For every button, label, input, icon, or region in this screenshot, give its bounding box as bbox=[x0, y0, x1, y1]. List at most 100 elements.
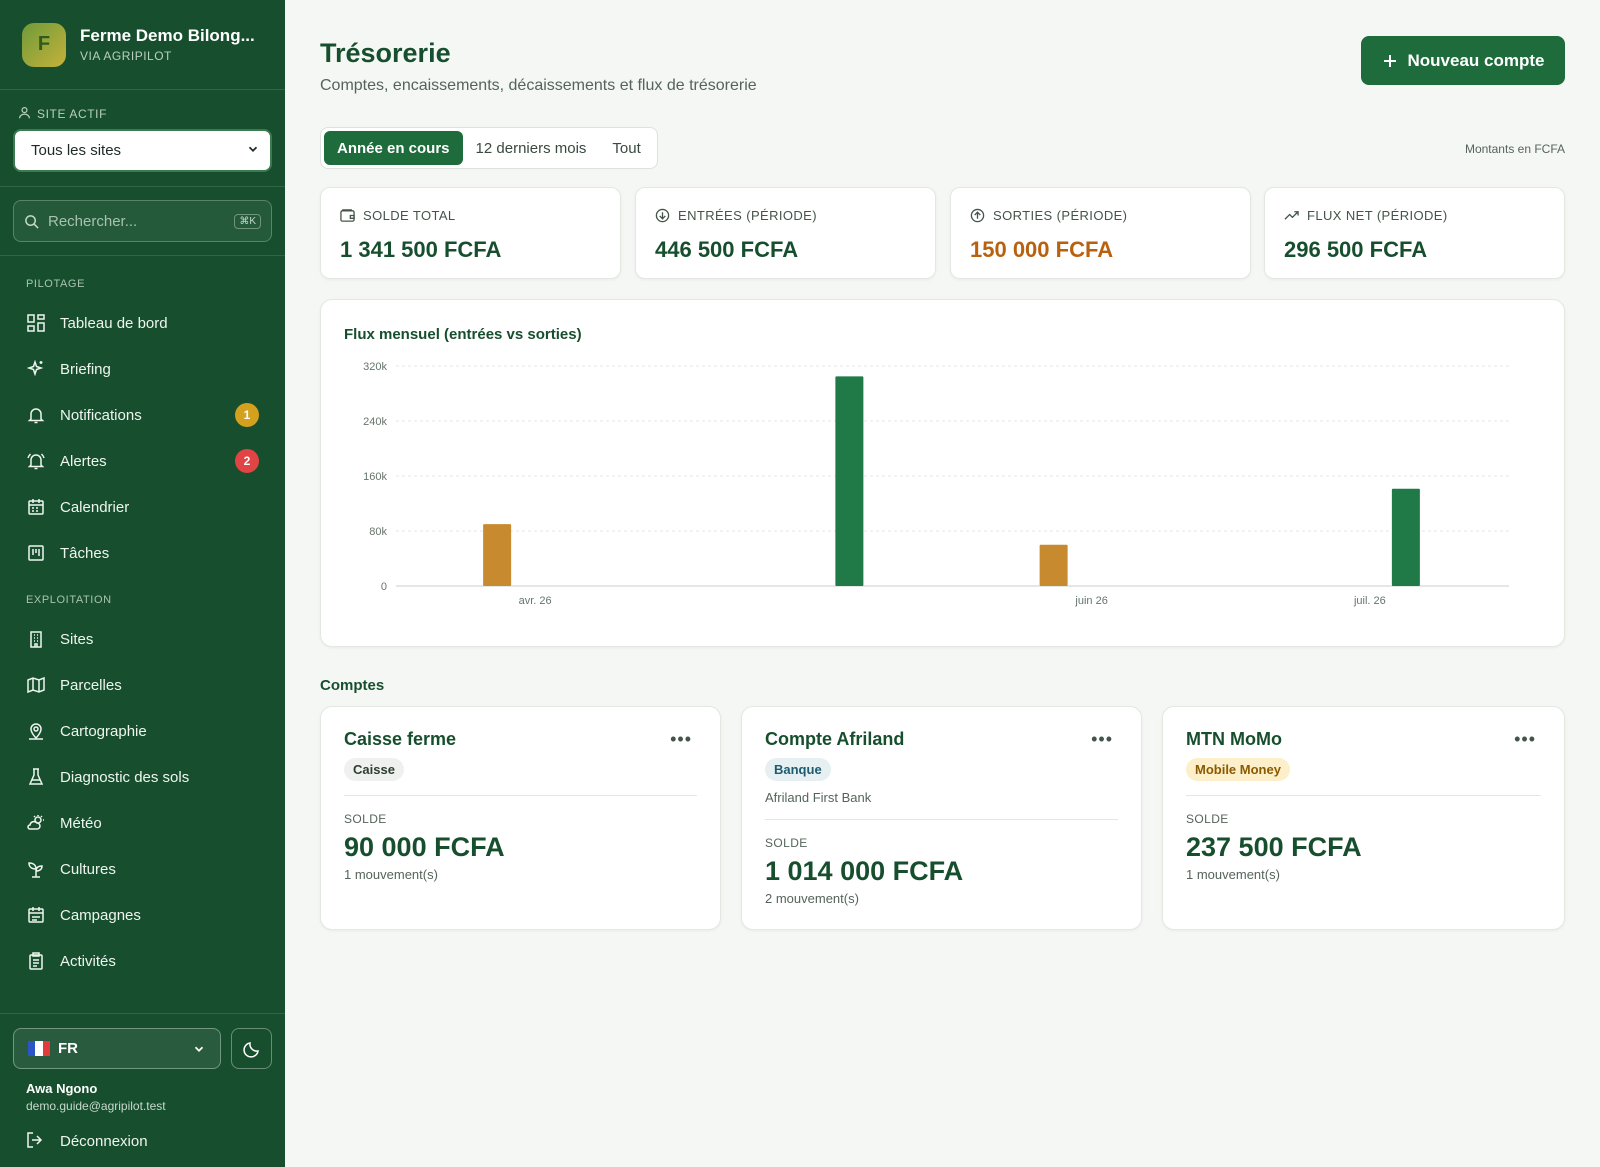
nav-item-alertes[interactable]: Alertes 2 bbox=[0, 438, 285, 484]
chart-bar bbox=[483, 524, 512, 586]
page-subtitle: Comptes, encaissements, décaissements et… bbox=[320, 77, 757, 94]
nav-item-campagnes[interactable]: Campagnes bbox=[0, 892, 285, 938]
france-flag-icon bbox=[28, 1041, 50, 1056]
tab-annee-en-cours[interactable]: Année en cours bbox=[324, 131, 463, 165]
account-balance-label: SOLDE bbox=[344, 812, 387, 826]
kpi-card-entrees: ENTRÉES (PÉRIODE) 446 500 FCFA bbox=[635, 187, 936, 279]
calendar-icon bbox=[26, 497, 46, 517]
account-movements: 1 mouvement(s) bbox=[1186, 867, 1280, 882]
sparkles-icon bbox=[26, 359, 46, 379]
more-horizontal-icon[interactable]: ••• bbox=[670, 729, 692, 750]
cloud-sun-icon bbox=[26, 813, 46, 833]
nav-item-taches[interactable]: Tâches bbox=[0, 530, 285, 576]
y-tick-label: 160k bbox=[363, 471, 387, 483]
kpi-label: FLUX NET (PÉRIODE) bbox=[1307, 208, 1448, 223]
account-balance-label: SOLDE bbox=[1186, 812, 1229, 826]
site-selector-block: SITE ACTIF Tous les sites bbox=[0, 90, 285, 187]
account-card-compte-afriland[interactable]: Compte Afriland ••• Banque Afriland Firs… bbox=[741, 706, 1142, 930]
y-tick-label: 240k bbox=[363, 416, 387, 428]
brand[interactable]: F Ferme Demo Bilong... VIA AGRIPILOT bbox=[0, 0, 285, 90]
sidebar-footer: FR Awa Ngono demo.guide@agripilot.test D… bbox=[0, 1013, 285, 1167]
tab-tout[interactable]: Tout bbox=[599, 131, 653, 165]
lang-row: FR bbox=[13, 1028, 272, 1069]
account-type-badge: Banque bbox=[765, 758, 831, 781]
y-tick-label: 0 bbox=[381, 581, 387, 593]
logout-icon bbox=[26, 1131, 46, 1151]
account-type-badge: Mobile Money bbox=[1186, 758, 1290, 781]
chevron-down-icon bbox=[246, 142, 260, 160]
more-horizontal-icon[interactable]: ••• bbox=[1514, 729, 1536, 750]
divider bbox=[765, 819, 1118, 820]
nav-item-meteo[interactable]: Météo bbox=[0, 800, 285, 846]
page-title: Trésorerie bbox=[320, 38, 451, 68]
currency-note: Montants en FCFA bbox=[1464, 142, 1565, 156]
x-tick-label: avr. 26 bbox=[519, 595, 552, 607]
nav-item-parcelles[interactable]: Parcelles bbox=[0, 662, 285, 708]
account-balance: 237 500 FCFA bbox=[1186, 832, 1362, 862]
kpi-card-flux-net: FLUX NET (PÉRIODE) 296 500 FCFA bbox=[1264, 187, 1565, 279]
nav-item-cartographie[interactable]: Cartographie bbox=[0, 708, 285, 754]
trending-up-icon bbox=[1284, 208, 1299, 223]
x-tick-label: juin 26 bbox=[1074, 595, 1107, 607]
chevron-down-icon bbox=[192, 1042, 206, 1056]
site-label: SITE ACTIF bbox=[18, 106, 272, 122]
chart-bar bbox=[1391, 488, 1420, 586]
main-content: Trésorerie Comptes, encaissements, décai… bbox=[285, 0, 1600, 1167]
account-name: MTN MoMo bbox=[1186, 729, 1282, 749]
site-select[interactable]: Tous les sites bbox=[13, 129, 272, 172]
wallet-icon bbox=[340, 208, 355, 223]
dashboard-icon bbox=[26, 313, 46, 333]
divider bbox=[1186, 795, 1541, 796]
nav-item-briefing[interactable]: Briefing bbox=[0, 346, 285, 392]
language-select[interactable]: FR bbox=[13, 1028, 221, 1069]
kpi-label: SORTIES (PÉRIODE) bbox=[993, 208, 1128, 223]
kpi-label: ENTRÉES (PÉRIODE) bbox=[678, 208, 817, 223]
flask-icon bbox=[26, 767, 46, 787]
nav-pilotage: Tableau de bord Briefing Notifications 1… bbox=[0, 300, 285, 576]
account-movements: 2 mouvement(s) bbox=[765, 891, 859, 906]
nav-item-activites[interactable]: Activités bbox=[0, 938, 285, 984]
bell-ring-icon bbox=[26, 451, 46, 471]
site-select-value: Tous les sites bbox=[31, 142, 122, 159]
account-card-caisse-ferme[interactable]: Caisse ferme ••• Caisse SOLDE 90 000 FCF… bbox=[320, 706, 721, 930]
nav-item-sites[interactable]: Sites bbox=[0, 616, 285, 662]
farm-name: Ferme Demo Bilong... bbox=[80, 26, 255, 45]
tab-12-derniers-mois[interactable]: 12 derniers mois bbox=[463, 131, 600, 165]
x-tick-label: juil. 26 bbox=[1353, 595, 1386, 607]
nav-item-notifications[interactable]: Notifications 1 bbox=[0, 392, 285, 438]
nav-item-diagnostic-sols[interactable]: Diagnostic des sols bbox=[0, 754, 285, 800]
nav-item-calendrier[interactable]: Calendrier bbox=[0, 484, 285, 530]
farm-logo-icon: F bbox=[22, 22, 66, 67]
kpi-value: 296 500 FCFA bbox=[1284, 237, 1428, 262]
nav-exploitation: Sites Parcelles Cartographie Diagnostic … bbox=[0, 616, 285, 984]
more-horizontal-icon[interactable]: ••• bbox=[1091, 729, 1113, 750]
logout-button[interactable]: Déconnexion bbox=[26, 1131, 272, 1151]
arrow-up-circle-icon bbox=[970, 208, 985, 223]
nav-section-pilotage: PILOTAGE bbox=[26, 278, 85, 290]
monthly-flow-chart: 0 80k 160k 240k 320k avr. 26 juin 26 juil. 26 bbox=[363, 361, 1509, 607]
map-pin-icon bbox=[26, 721, 46, 741]
account-name: Compte Afriland bbox=[765, 729, 905, 749]
monthly-flow-chart-card: Flux mensuel (entrées vs sorties) 0 80k 16… bbox=[320, 299, 1565, 647]
bell-icon bbox=[26, 405, 46, 425]
nav-item-cultures[interactable]: Cultures bbox=[0, 846, 285, 892]
search-input[interactable]: Rechercher... ⌘K bbox=[13, 200, 272, 242]
account-balance: 90 000 FCFA bbox=[344, 832, 505, 862]
account-bank-name: Afriland First Bank bbox=[765, 790, 872, 805]
nav-item-tableau-de-bord[interactable]: Tableau de bord bbox=[0, 300, 285, 346]
search-placeholder: Rechercher... bbox=[48, 212, 138, 230]
theme-toggle-button[interactable] bbox=[231, 1028, 272, 1069]
new-account-button[interactable]: Nouveau compte bbox=[1361, 36, 1565, 85]
y-tick-label: 320k bbox=[363, 361, 387, 373]
user-pin-icon bbox=[18, 106, 31, 122]
moon-icon bbox=[242, 1040, 261, 1058]
account-balance-label: SOLDE bbox=[765, 836, 808, 850]
nav-section-exploitation: EXPLOITATION bbox=[26, 594, 112, 606]
search-icon bbox=[24, 214, 39, 229]
notifications-badge: 1 bbox=[235, 403, 259, 427]
chart-bar bbox=[1039, 544, 1068, 586]
account-card-mtn-momo[interactable]: MTN MoMo ••• Mobile Money SOLDE 237 500 … bbox=[1162, 706, 1565, 930]
account-type-badge: Caisse bbox=[344, 758, 404, 781]
account-movements: 1 mouvement(s) bbox=[344, 867, 438, 882]
sidebar: F Ferme Demo Bilong... VIA AGRIPILOT SIT… bbox=[0, 0, 285, 1167]
